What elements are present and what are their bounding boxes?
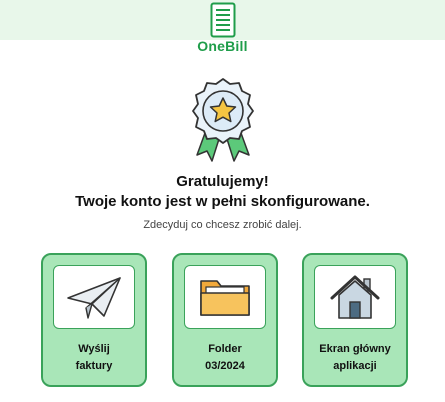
folder-icon	[200, 280, 250, 316]
home-screen-button[interactable]: Ekran główny aplikacji	[302, 253, 408, 387]
home-icon	[330, 275, 380, 319]
app-name: OneBill	[197, 38, 248, 54]
paper-plane-icon	[67, 277, 121, 319]
home-icon-frame	[314, 265, 396, 329]
title-line-1: Gratulujemy!	[176, 173, 269, 190]
folder-icon-frame	[184, 265, 266, 329]
send-invoices-icon-frame	[53, 265, 135, 329]
home-screen-label: Ekran główny aplikacji	[319, 343, 391, 372]
page-subtitle: Zdecyduj co chcesz zrobić dalej.	[143, 219, 302, 231]
award-badge-icon	[192, 78, 254, 162]
app-logo: OneBill	[0, 0, 445, 62]
folder-label: Folder 03/2024	[205, 343, 245, 372]
send-invoices-button[interactable]: Wyślij faktury	[41, 253, 147, 387]
send-invoices-label: Wyślij faktury	[75, 343, 113, 372]
page-title: Gratulujemy! Twoje konto jest w pełni sk…	[0, 172, 445, 212]
folder-button[interactable]: Folder 03/2024	[172, 253, 278, 387]
document-icon	[210, 2, 235, 38]
title-line-2: Twoje konto jest w pełni skonfigurowane.	[75, 193, 370, 210]
